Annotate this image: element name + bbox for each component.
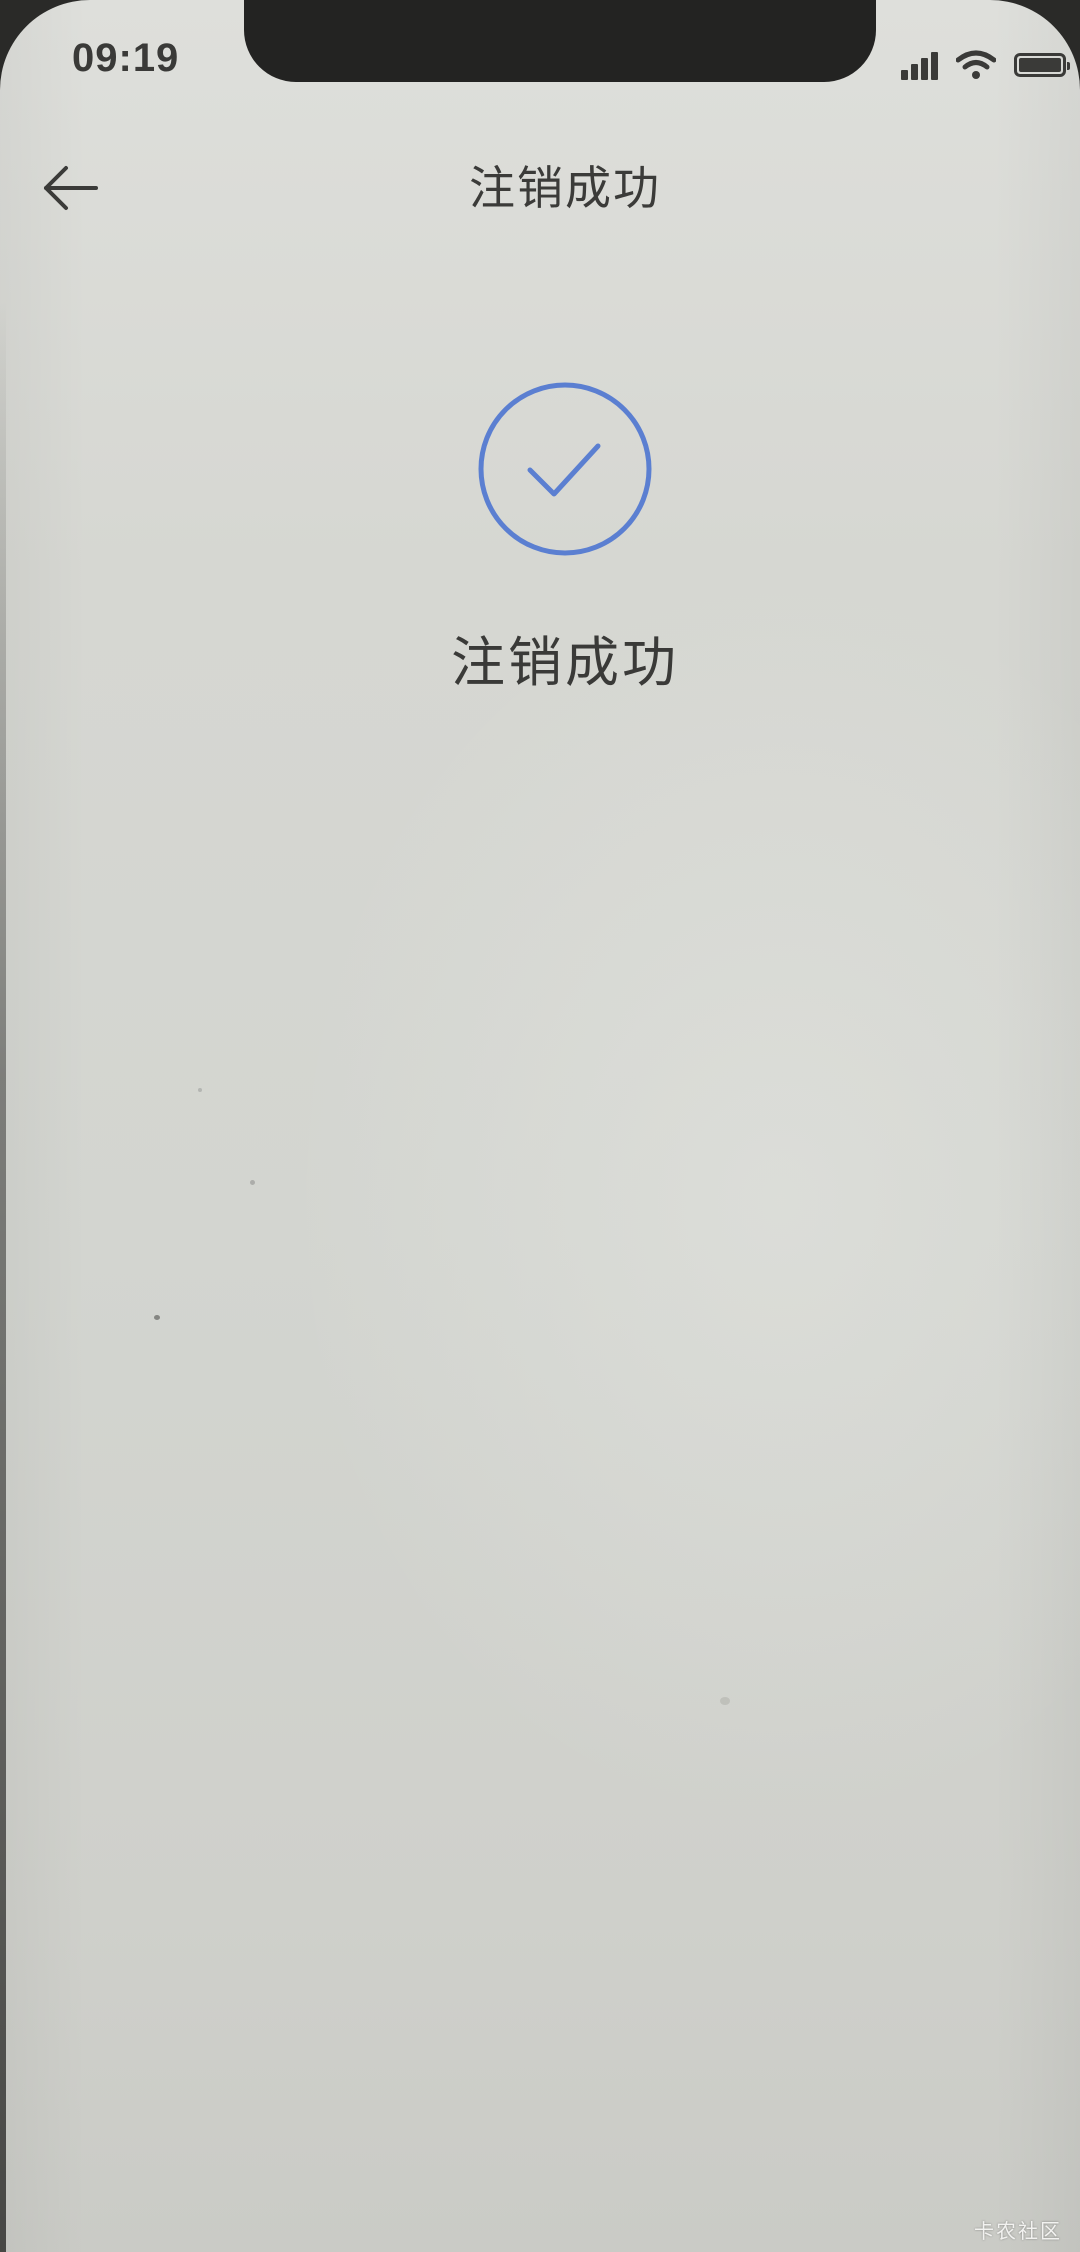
check-circle-icon bbox=[478, 382, 652, 556]
status-bar-icons bbox=[901, 48, 1070, 82]
screen-speck bbox=[198, 1088, 202, 1092]
signal-icon bbox=[901, 50, 938, 80]
screen-speck bbox=[720, 1697, 730, 1705]
check-circle-ring bbox=[478, 382, 652, 556]
phone-screen: 09:19 注销成功 注销成功 卡农社区 bbox=[0, 0, 1080, 2252]
camera-notch bbox=[244, 0, 876, 82]
battery-level bbox=[1019, 58, 1061, 72]
wifi-icon bbox=[956, 50, 996, 79]
screen-edge-shadow bbox=[0, 300, 6, 2252]
check-mark bbox=[527, 443, 601, 497]
battery-icon bbox=[1014, 53, 1070, 77]
watermark: 卡农社区 bbox=[974, 2219, 1062, 2243]
status-bar-time: 09:19 bbox=[72, 36, 180, 80]
page-title: 注销成功 bbox=[469, 161, 661, 215]
screen-speck bbox=[250, 1180, 255, 1185]
result-message: 注销成功 bbox=[451, 631, 679, 694]
screen-speck bbox=[154, 1315, 160, 1320]
